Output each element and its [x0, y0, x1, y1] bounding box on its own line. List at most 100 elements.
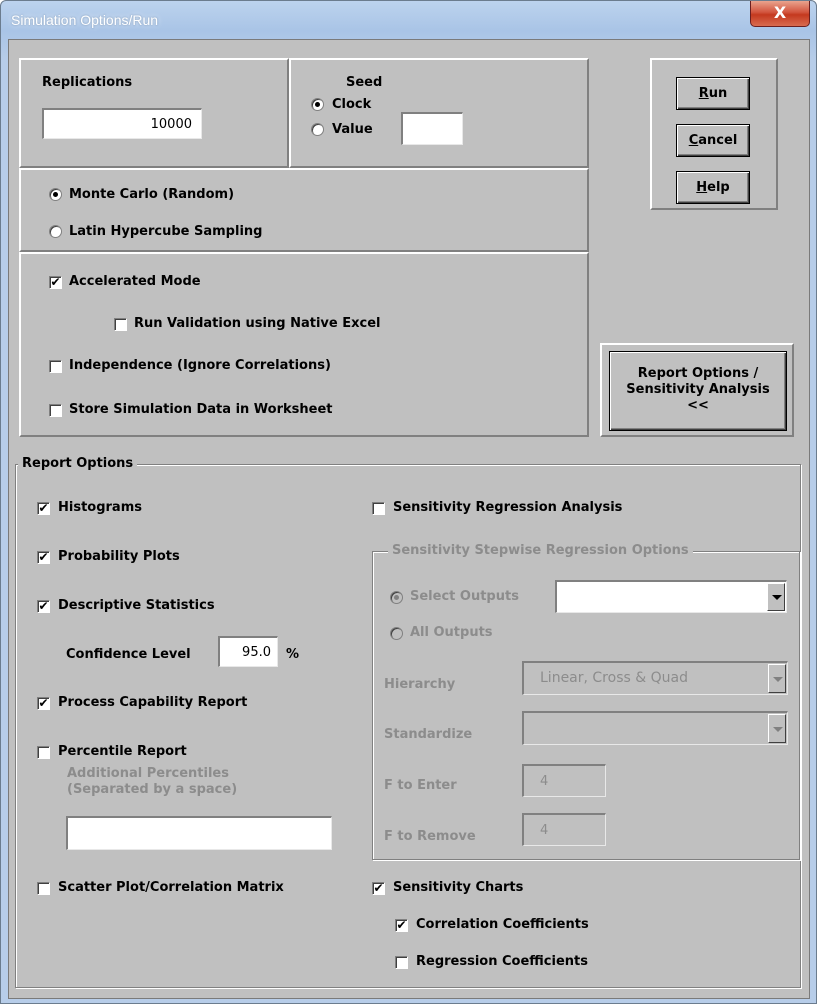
f-to-remove-input[interactable]: [522, 813, 606, 846]
correlation-coefficients-checkbox[interactable]: ✔: [395, 919, 408, 932]
sensitivity-regression-checkbox[interactable]: [372, 502, 385, 515]
scatter-plot-label: Scatter Plot/Correlation Matrix: [58, 880, 284, 895]
replications-panel: Replications: [19, 58, 289, 168]
seed-label: Seed: [346, 75, 383, 90]
replications-label: Replications: [42, 75, 133, 90]
select-outputs-label: Select Outputs: [410, 589, 519, 604]
checkmark-icon: ✔: [373, 881, 384, 895]
f-to-remove-label: F to Remove: [384, 829, 476, 844]
seed-clock-label: Clock: [332, 97, 372, 112]
dropdown-button[interactable]: [768, 714, 786, 743]
hierarchy-dropdown[interactable]: Linear, Cross & Quad: [522, 661, 788, 695]
standardize-label: Standardize: [384, 727, 473, 742]
report-options-button-line2: Sensitivity Analysis: [626, 382, 770, 397]
confidence-level-input[interactable]: [218, 636, 278, 667]
checkmark-icon: ✔: [38, 696, 49, 710]
correlation-coefficients-label: Correlation Coefficients: [416, 917, 589, 932]
checkmark-icon: ✔: [396, 918, 407, 932]
confidence-level-label: Confidence Level: [66, 647, 191, 662]
run-label: un: [708, 86, 728, 101]
hierarchy-label: Hierarchy: [384, 677, 456, 692]
latin-hypercube-radio[interactable]: [49, 225, 62, 238]
sensitivity-regression-label: Sensitivity Regression Analysis: [393, 500, 623, 515]
f-to-enter-label: F to Enter: [384, 778, 457, 793]
run-validation-checkbox[interactable]: [114, 318, 127, 331]
sensitivity-charts-checkbox[interactable]: ✔: [372, 882, 385, 895]
probability-plots-label: Probability Plots: [58, 549, 180, 564]
latin-hypercube-label: Latin Hypercube Sampling: [69, 224, 263, 239]
dropdown-button[interactable]: [768, 664, 786, 693]
hierarchy-value: Linear, Cross & Quad: [540, 670, 688, 686]
run-validation-label: Run Validation using Native Excel: [134, 316, 381, 331]
report-options-toggle-button[interactable]: Report Options / Sensitivity Analysis <<: [609, 351, 787, 431]
cancel-label: ancel: [698, 133, 738, 148]
sensitivity-charts-label: Sensitivity Charts: [393, 880, 524, 895]
regression-coefficients-label: Regression Coefficients: [416, 954, 588, 969]
replications-input[interactable]: [42, 108, 202, 139]
descriptive-statistics-label: Descriptive Statistics: [58, 598, 215, 613]
select-outputs-dropdown[interactable]: [555, 580, 787, 613]
help-mnemonic: H: [696, 180, 708, 195]
run-button[interactable]: Run: [676, 77, 750, 110]
histograms-checkbox[interactable]: ✔: [37, 502, 50, 515]
window-title: Simulation Options/Run: [11, 12, 159, 28]
dialog-window: Simulation Options/Run X Replications Se…: [0, 0, 817, 1004]
all-outputs-radio[interactable]: [390, 627, 403, 640]
chevron-down-icon: [773, 727, 783, 732]
close-button[interactable]: X: [750, 1, 810, 27]
checkmark-icon: ✔: [38, 599, 49, 613]
dropdown-button[interactable]: [767, 583, 785, 611]
histograms-label: Histograms: [58, 500, 142, 515]
stepwise-options-legend: Sensitivity Stepwise Regression Options: [388, 543, 693, 558]
checkmark-icon: ✔: [50, 275, 61, 289]
checkmark-icon: ✔: [38, 501, 49, 515]
chevron-down-icon: [773, 677, 783, 682]
scatter-plot-checkbox[interactable]: [37, 882, 50, 895]
seed-value-label: Value: [332, 122, 373, 137]
probability-plots-checkbox[interactable]: ✔: [37, 551, 50, 564]
seed-panel: Seed Clock Value: [289, 58, 589, 168]
accelerated-mode-checkbox[interactable]: ✔: [49, 276, 62, 289]
report-options-button-line3: <<: [687, 398, 709, 413]
dialog-client-area: Replications Seed Clock Value Monte Carl…: [8, 39, 810, 999]
regression-coefficients-checkbox[interactable]: [395, 956, 408, 969]
store-data-label: Store Simulation Data in Worksheet: [69, 402, 333, 417]
action-buttons-panel: Run Cancel Help: [650, 58, 778, 210]
cancel-mnemonic: C: [688, 133, 699, 148]
close-icon: X: [773, 3, 787, 22]
monte-carlo-radio[interactable]: [49, 188, 62, 201]
standardize-dropdown[interactable]: [522, 711, 788, 745]
help-button[interactable]: Help: [676, 171, 750, 204]
additional-percentiles-label: Additional Percentiles: [67, 766, 229, 781]
report-options-legend: Report Options: [18, 456, 138, 471]
report-options-button-line1: Report Options /: [637, 366, 759, 381]
select-outputs-radio[interactable]: [390, 591, 403, 604]
monte-carlo-label: Monte Carlo (Random): [69, 187, 235, 202]
mode-options-panel: ✔ Accelerated Mode Run Validation using …: [19, 252, 589, 437]
additional-percentiles-hint: (Separated by a space): [67, 782, 238, 797]
process-capability-checkbox[interactable]: ✔: [37, 697, 50, 710]
run-mnemonic: R: [698, 86, 709, 101]
store-data-checkbox[interactable]: [49, 404, 62, 417]
seed-value-input[interactable]: [401, 112, 463, 145]
title-bar[interactable]: Simulation Options/Run X: [1, 1, 816, 39]
f-to-enter-input[interactable]: [522, 764, 606, 797]
accelerated-mode-label: Accelerated Mode: [69, 274, 201, 289]
report-options-panel-frame: Report Options / Sensitivity Analysis <<: [600, 343, 794, 437]
cancel-button[interactable]: Cancel: [676, 124, 750, 157]
percent-sign: %: [286, 647, 300, 662]
process-capability-label: Process Capability Report: [58, 695, 248, 710]
all-outputs-label: All Outputs: [410, 625, 493, 640]
descriptive-statistics-checkbox[interactable]: ✔: [37, 600, 50, 613]
independence-label: Independence (Ignore Correlations): [69, 358, 331, 373]
percentile-report-checkbox[interactable]: [37, 746, 50, 759]
checkmark-icon: ✔: [38, 550, 49, 564]
independence-checkbox[interactable]: [49, 360, 62, 373]
seed-clock-radio[interactable]: [311, 98, 324, 111]
additional-percentiles-input[interactable]: [66, 816, 332, 850]
chevron-down-icon: [772, 595, 782, 600]
seed-value-radio[interactable]: [311, 123, 324, 136]
sampling-panel: Monte Carlo (Random) Latin Hypercube Sam…: [19, 168, 589, 252]
help-label: elp: [707, 180, 730, 195]
percentile-report-label: Percentile Report: [58, 744, 187, 759]
